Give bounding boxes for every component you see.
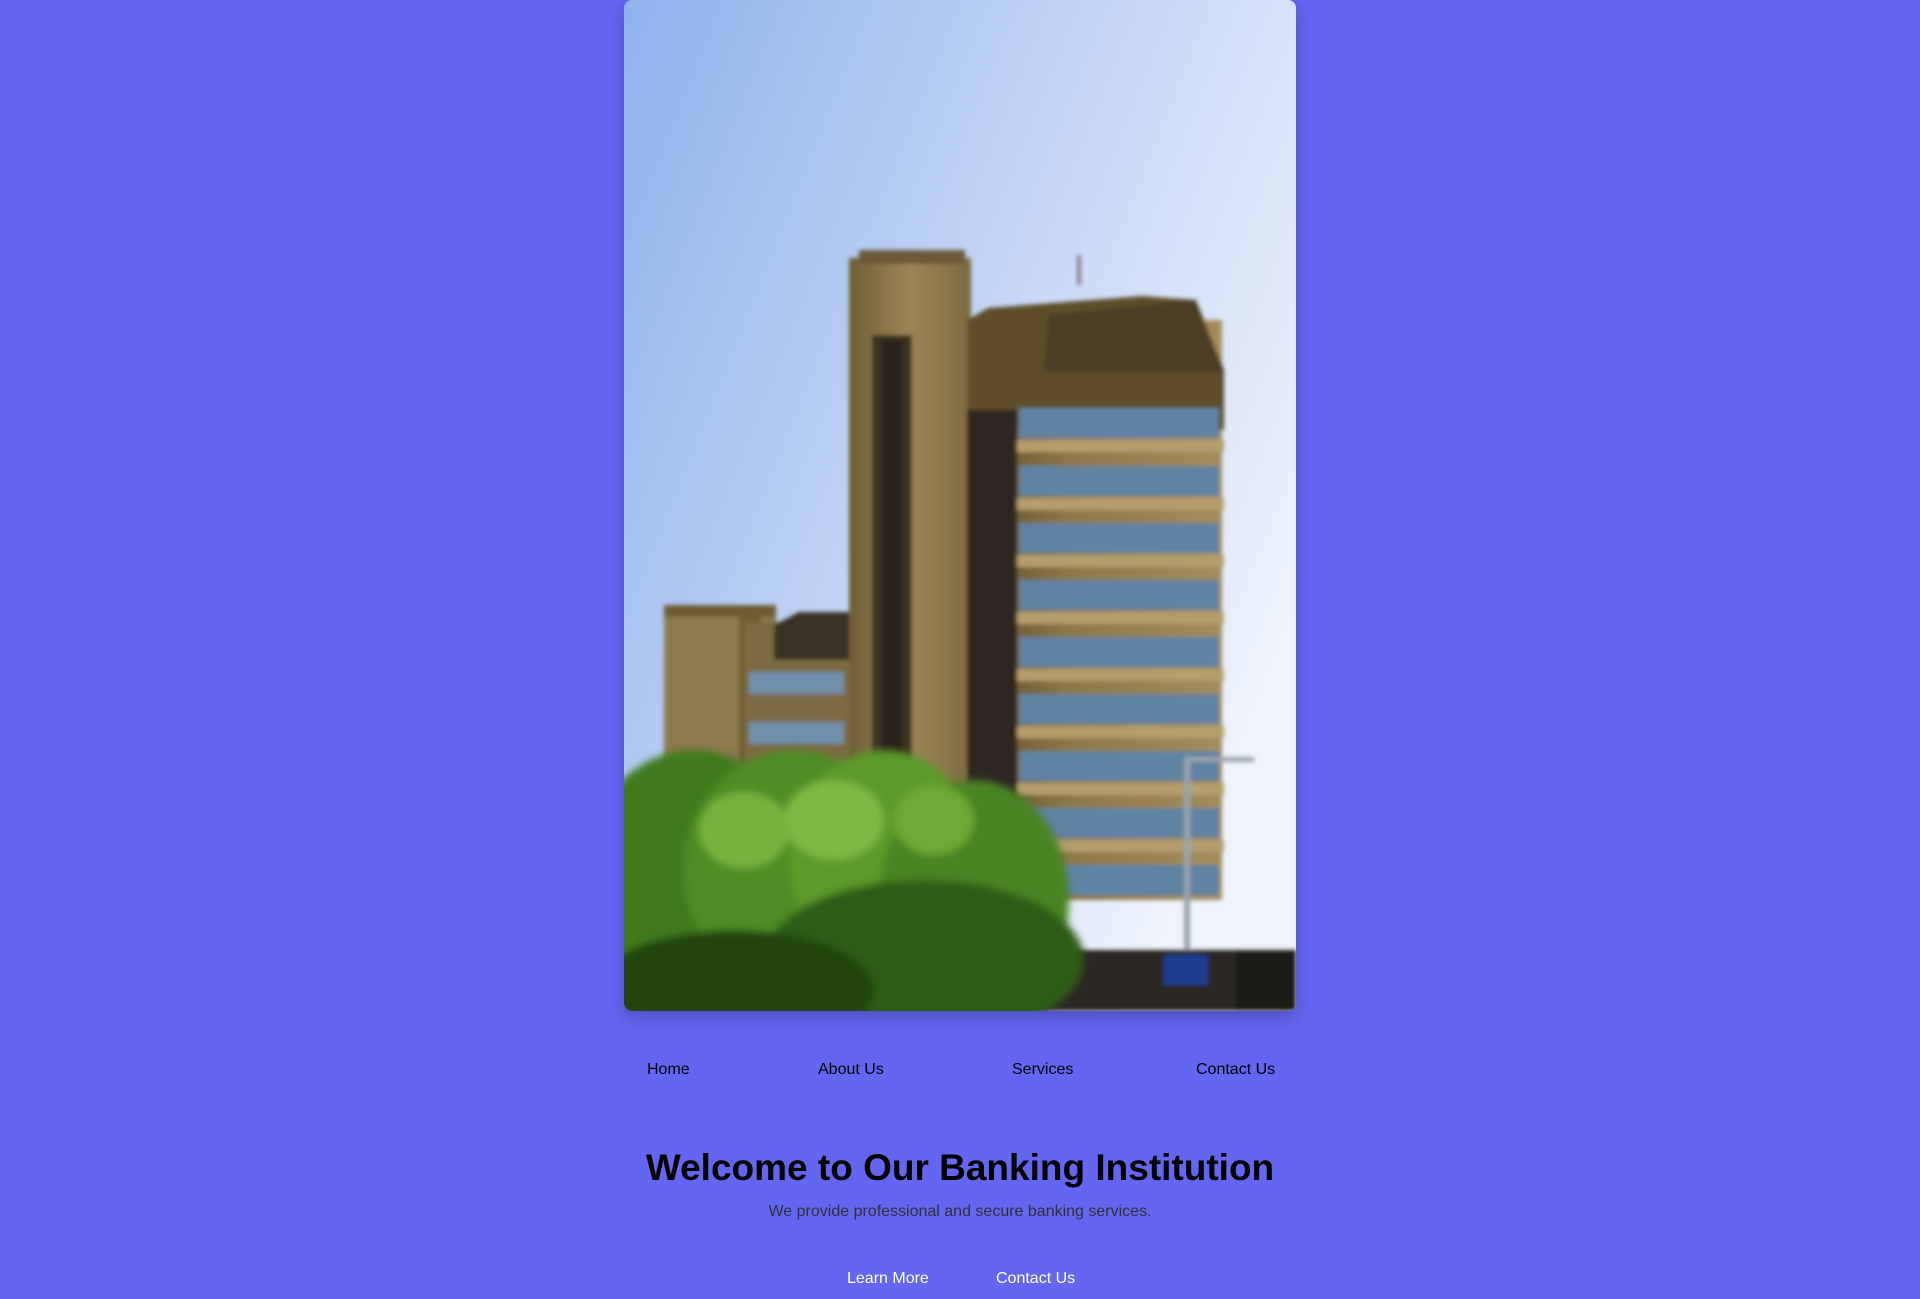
hero-building-image — [624, 0, 1296, 1011]
nav-item-services[interactable]: Services — [1012, 1060, 1073, 1080]
contact-us-button[interactable]: Contact Us — [996, 1266, 1075, 1292]
nav-item-home[interactable]: Home — [647, 1060, 690, 1080]
cta-row: Learn More Contact Us — [624, 1266, 1296, 1294]
nav-item-contact-us[interactable]: Contact Us — [1196, 1060, 1275, 1080]
nav-item-about-us[interactable]: About Us — [818, 1060, 884, 1080]
welcome-subtitle: We provide professional and secure banki… — [768, 1203, 1152, 1220]
welcome-title: Welcome to Our Banking Institution — [645, 1147, 1275, 1188]
page: Home About Us Services Contact Us Welcom… — [624, 0, 1296, 1299]
main-nav: Home About Us Services Contact Us — [624, 1046, 1296, 1096]
learn-more-button[interactable]: Learn More — [847, 1266, 929, 1292]
welcome-section: Welcome to Our Banking Institution We pr… — [624, 1140, 1296, 1224]
